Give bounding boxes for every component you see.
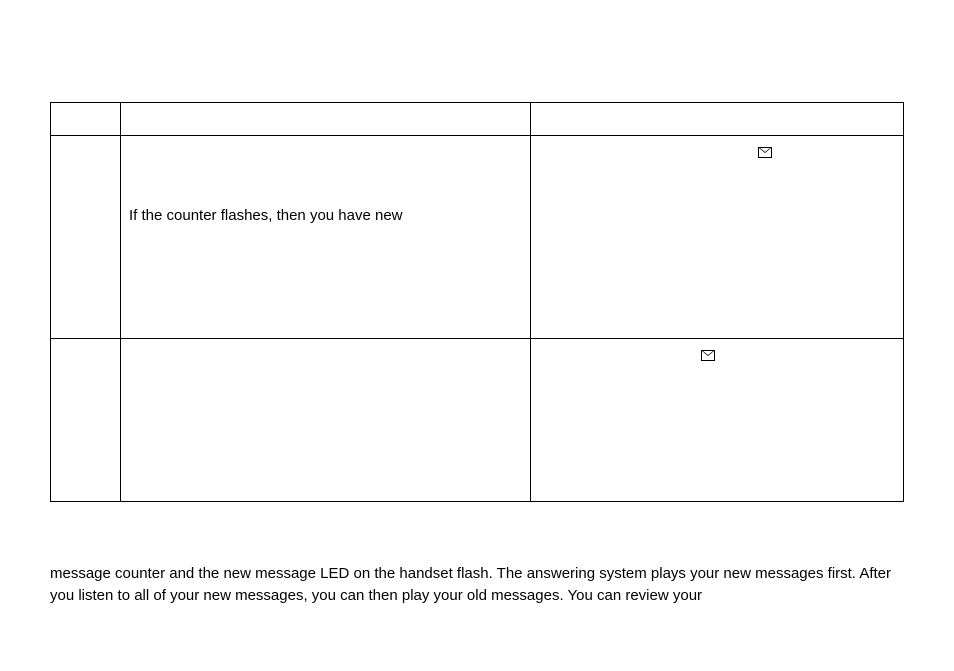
handset-cell-1: When you have new messages, appears in t… bbox=[531, 135, 904, 338]
header-step: Step bbox=[51, 102, 121, 135]
step-number: 1 bbox=[51, 135, 121, 338]
text: Press to play back new messages. If ther… bbox=[129, 389, 518, 448]
base-cell-1: The message counter displays the number … bbox=[121, 135, 531, 338]
text: When you have new messages, bbox=[539, 144, 756, 161]
text: Press to start playing messages. bbox=[129, 347, 346, 364]
text: If there are no new messages, the answer… bbox=[539, 410, 890, 448]
header-handset: From a handset bbox=[531, 102, 904, 135]
visible-line: If the counter flashes, then you have ne… bbox=[129, 207, 403, 224]
handset-cell-2: In standby mode, press or select the Mes… bbox=[531, 338, 904, 501]
table-row: 2 Press to start playing messages. Press… bbox=[51, 338, 904, 501]
text: The message counter displays the number … bbox=[129, 144, 502, 182]
text: If the counter display "FL", then the an… bbox=[129, 270, 487, 308]
table-row: 1 The message counter displays the numbe… bbox=[51, 135, 904, 338]
instruction-table: Step From the base From a handset 1 The … bbox=[50, 102, 904, 502]
outro-text: When the answering system has incoming m… bbox=[50, 542, 904, 629]
text: If "FL" displays instead of the number, … bbox=[539, 249, 849, 287]
table-header-row: Step From the base From a handset bbox=[51, 102, 904, 135]
header-base: From the base bbox=[121, 102, 531, 135]
step-number: 2 bbox=[51, 338, 121, 501]
envelope-icon bbox=[701, 350, 715, 361]
text: When the answering system has incoming m… bbox=[50, 544, 861, 561]
text: In standby mode, press bbox=[539, 347, 699, 364]
intro-text: You can use the answering machine from t… bbox=[50, 40, 904, 84]
base-cell-2: Press to start playing messages. Press t… bbox=[121, 338, 531, 501]
text: The number of new messages is shown in t… bbox=[539, 186, 844, 224]
envelope-icon bbox=[758, 147, 772, 158]
